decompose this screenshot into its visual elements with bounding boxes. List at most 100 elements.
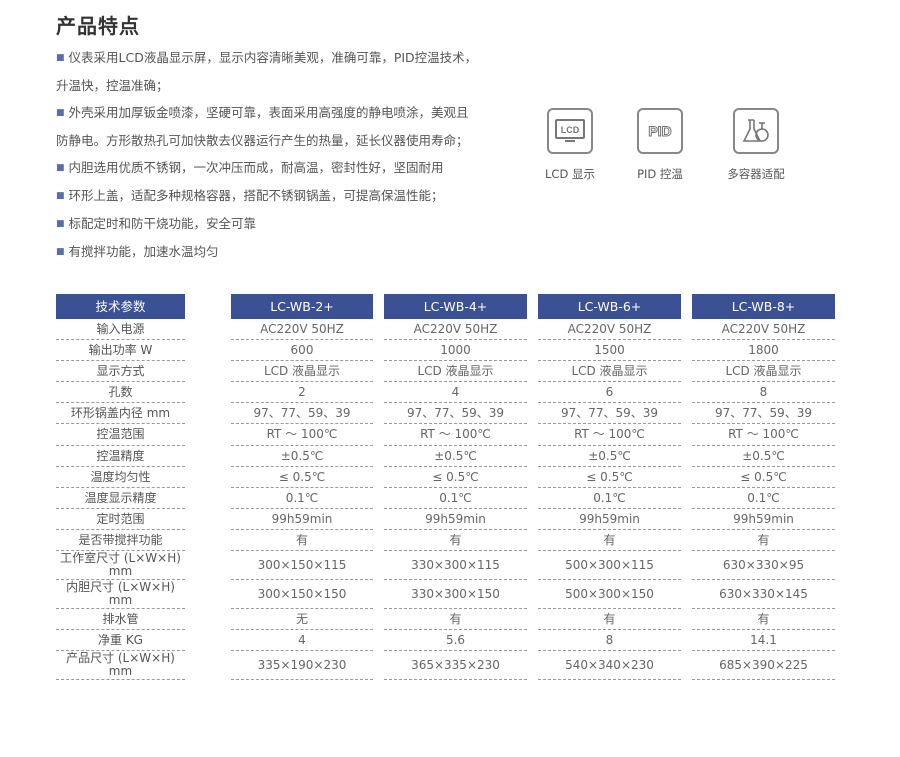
param-label: 净重 KG [56,630,185,651]
spec-value: 99h59min [384,509,527,530]
spec-value: 0.1℃ [538,488,681,509]
spec-value: 97、77、59、39 [384,403,527,424]
spec-value: 2 [231,382,373,403]
pid-label: PID 控温 [637,167,683,181]
spec-value: 685×390×225 [692,651,835,680]
model-header: LC-WB-8+ [692,294,835,319]
spec-value: 99h59min [692,509,835,530]
pid-icon: PID [637,108,683,154]
spec-value: AC220V 50HZ [692,319,835,340]
param-label: 定时范围 [56,509,185,530]
model-column: LC-WB-4+ AC220V 50HZ 1000 LCD 液晶显示 4 97、77、59… [384,294,527,680]
spec-value: 540×340×230 [538,651,681,680]
param-label: 排水管 [56,609,185,630]
spec-value: LCD 液晶显示 [384,361,527,382]
spec-value: 4 [231,630,373,651]
spec-value: 有 [384,609,527,630]
model-column: LC-WB-8+ AC220V 50HZ 1800 LCD 液晶显示 8 97、77、59… [692,294,835,680]
spec-value: 97、77、59、39 [231,403,373,424]
spec-value: 97、77、59、39 [538,403,681,424]
spec-value: 99h59min [231,509,373,530]
spec-value: 500×300×115 [538,551,681,580]
spec-value: ≤ 0.5℃ [384,467,527,488]
bullet-icon: ■ [56,247,65,257]
bullet-icon: ■ [56,191,65,201]
feature-item: ■ 有搅拌功能，加速水温均匀 [56,238,506,266]
spec-value: RT ～ 100℃ [692,424,835,446]
spec-value: 4 [384,382,527,403]
spec-value: 630×330×95 [692,551,835,580]
spec-value: 365×335×230 [384,651,527,680]
spec-value: 8 [692,382,835,403]
spec-value: 335×190×230 [231,651,373,680]
pid-feature: PID PID 控温 [630,108,690,182]
param-label: 输出功率 W [56,340,185,361]
spec-value: ±0.5℃ [692,446,835,467]
bullet-icon: ■ [56,108,65,118]
feature-list: ■ 仪表采用LCD液晶显示屏，显示内容清晰美观，准确可靠，PID控温技术， 升温快，… [56,44,506,266]
feature-text: 有搅拌功能，加速水温均匀 [68,244,219,259]
spec-value: 1800 [692,340,835,361]
spec-value: AC220V 50HZ [231,319,373,340]
param-label: 控温范围 [56,424,185,446]
spec-value: 99h59min [538,509,681,530]
param-label: 显示方式 [56,361,185,382]
spec-value: 有 [692,609,835,630]
multi-container-feature: 多容器适配 [726,108,786,182]
spec-value: 6 [538,382,681,403]
feature-text: 外壳采用加厚钣金喷漆，坚硬可靠，表面采用高强度的静电喷涂，美观且 [68,105,469,120]
spec-value: LCD 液晶显示 [231,361,373,382]
param-label: 孔数 [56,382,185,403]
model-column: LC-WB-6+ AC220V 50HZ 1500 LCD 液晶显示 6 97、77、59… [538,294,681,680]
spec-value: 0.1℃ [384,488,527,509]
spec-value: 97、77、59、39 [692,403,835,424]
spec-value: 0.1℃ [231,488,373,509]
spec-value: 300×150×115 [231,551,373,580]
bullet-icon: ■ [56,53,65,63]
multi-container-label: 多容器适配 [727,167,785,181]
bullet-icon: ■ [56,219,65,229]
spec-value: 有 [231,530,373,551]
param-label: 环形锅盖内径 mm [56,403,185,424]
spec-value: ≤ 0.5℃ [538,467,681,488]
feature-text: 环形上盖，适配多种规格容器，搭配不锈钢锅盖，可提高保温性能； [68,188,444,203]
spec-value: RT ～ 100℃ [231,424,373,446]
multi-container-icon [733,108,779,154]
features-title: 产品特点 [56,14,140,38]
spec-value: ±0.5℃ [384,446,527,467]
spec-value: ±0.5℃ [538,446,681,467]
feature-item: ■ 环形上盖，适配多种规格容器，搭配不锈钢锅盖，可提高保温性能； [56,182,506,210]
model-header: LC-WB-2+ [231,294,373,319]
bullet-icon: ■ [56,163,65,173]
spec-value: 630×330×145 [692,580,835,609]
spec-value: AC220V 50HZ [538,319,681,340]
spec-value: 无 [231,609,373,630]
param-label: 工作室尺寸 (L×W×H) mm [56,551,185,580]
spec-value: 300×150×150 [231,580,373,609]
param-column: 技术参数 输入电源 输出功率 W 显示方式 孔数 环形锅盖内径 mm 控温范围 控温精度 温度均… [56,294,185,680]
param-label: 输入电源 [56,319,185,340]
feature-text-cont: 防静电。方形散热孔可加快散去仪器运行产生的热量，延长仪器使用寿命； [56,133,469,148]
feature-item: ■ 仪表采用LCD液晶显示屏，显示内容清晰美观，准确可靠，PID控温技术， [56,44,506,72]
feature-text: 标配定时和防干烧功能，安全可靠 [68,216,257,231]
param-label: 产品尺寸 (L×W×H) mm [56,651,185,680]
spec-value: 0.1℃ [692,488,835,509]
model-header: LC-WB-6+ [538,294,681,319]
param-label: 内胆尺寸 (L×W×H) mm [56,580,185,609]
param-label: 温度均匀性 [56,467,185,488]
lcd-label: LCD 显示 [545,167,595,181]
param-label: 控温精度 [56,446,185,467]
spec-value: 有 [538,530,681,551]
feature-item: ■ 标配定时和防干烧功能，安全可靠 [56,210,506,238]
spec-value: 330×300×150 [384,580,527,609]
spec-value: ≤ 0.5℃ [692,467,835,488]
spec-value: 8 [538,630,681,651]
spec-value: 1000 [384,340,527,361]
feature-item: ■ 内胆选用优质不锈钢，一次冲压而成，耐高温，密封性好，坚固耐用 [56,154,506,182]
feature-text: 内胆选用优质不锈钢，一次冲压而成，耐高温，密封性好，坚固耐用 [68,160,444,175]
spec-value: AC220V 50HZ [384,319,527,340]
lcd-feature: LCD LCD 显示 [540,108,600,182]
spec-value: LCD 液晶显示 [692,361,835,382]
spec-value: 有 [384,530,527,551]
param-label: 是否带搅拌功能 [56,530,185,551]
